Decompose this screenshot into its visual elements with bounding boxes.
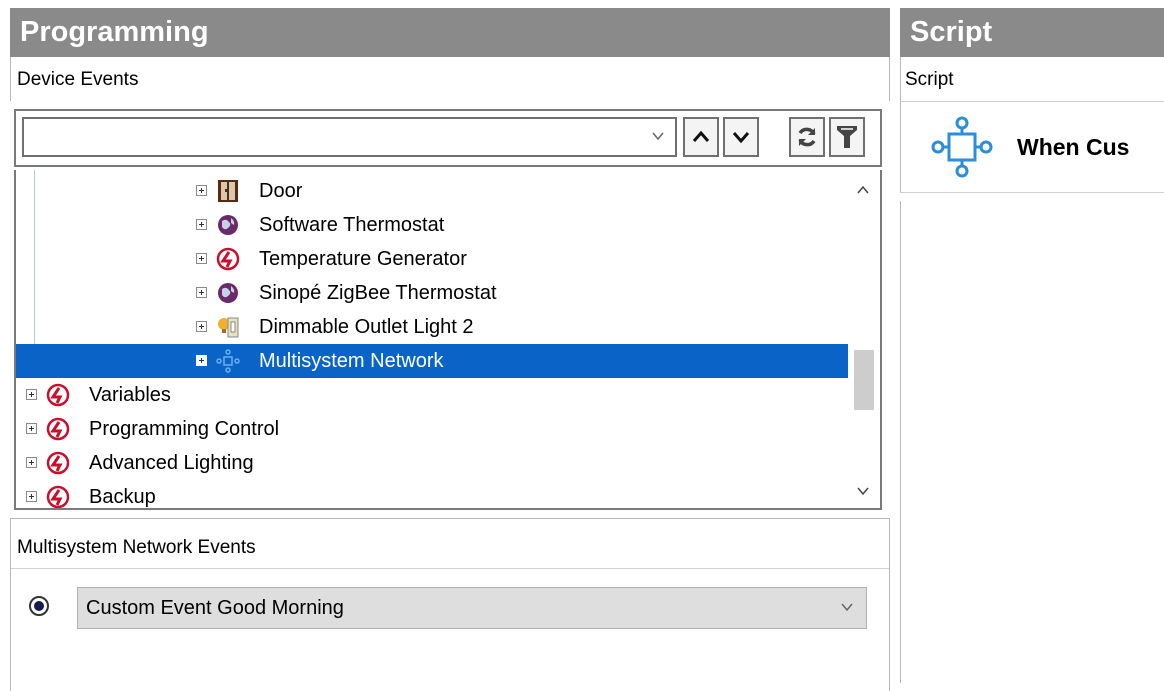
- door-icon: [218, 180, 238, 202]
- event-radio[interactable]: [29, 596, 49, 616]
- arrow-up-icon: [692, 130, 710, 142]
- device-tree: Door Software Thermostat Temperature Gen…: [14, 170, 882, 510]
- expand-icon[interactable]: [26, 389, 37, 400]
- scroll-thumb[interactable]: [854, 350, 874, 410]
- outlet-light-icon: [218, 317, 239, 338]
- chevron-down-icon: [651, 127, 665, 148]
- programming-panel: Programming Device Events Door Software …: [10, 8, 890, 691]
- chevron-down-icon: [840, 588, 854, 628]
- thermostat-globe-icon: [218, 215, 238, 235]
- tree-item-label: Advanced Lighting: [89, 452, 254, 474]
- red-logo-icon: [46, 485, 70, 508]
- red-logo-icon: [216, 247, 240, 271]
- arrow-down-icon: [732, 132, 750, 144]
- red-logo-icon: [46, 383, 70, 407]
- tree-item-door[interactable]: Door: [16, 174, 850, 208]
- tree-item-temperature-generator[interactable]: Temperature Generator: [16, 242, 850, 276]
- tree-item-label: Programming Control: [89, 418, 280, 440]
- script-label: Script: [900, 57, 1164, 101]
- script-panel: Script Script When Cus: [900, 8, 1164, 683]
- tree-item-sinope-thermostat[interactable]: Sinopé ZigBee Thermostat: [16, 276, 850, 310]
- tree-item-dimmable-outlet-light[interactable]: Dimmable Outlet Light 2: [16, 310, 850, 344]
- device-events-toolbar: [14, 109, 882, 167]
- expand-icon[interactable]: [26, 491, 37, 502]
- expand-icon[interactable]: [196, 219, 207, 230]
- script-body: [900, 201, 1164, 683]
- tree-item-label: Backup: [89, 486, 156, 508]
- script-row[interactable]: When Cus: [900, 101, 1164, 193]
- tree-scrollbar[interactable]: [848, 170, 880, 508]
- expand-icon[interactable]: [196, 355, 207, 366]
- event-select-value: Custom Event Good Morning: [86, 597, 344, 619]
- expand-icon[interactable]: [26, 423, 37, 434]
- events-section: Multisystem Network Events Custom Event …: [10, 518, 890, 691]
- filter-icon: [837, 126, 857, 148]
- network-icon: [216, 349, 240, 373]
- tree-item-label: Variables: [89, 384, 171, 406]
- device-search-combo[interactable]: [22, 117, 677, 157]
- expand-icon[interactable]: [26, 457, 37, 468]
- script-statement: When Cus: [1017, 134, 1130, 160]
- scroll-down-icon[interactable]: [856, 483, 870, 500]
- expand-icon[interactable]: [196, 185, 207, 196]
- tree-item-label: Sinopé ZigBee Thermostat: [259, 282, 497, 304]
- tree-item-label: Dimmable Outlet Light 2: [259, 316, 474, 338]
- script-header: Script: [900, 8, 1164, 57]
- tree-item-label: Temperature Generator: [259, 248, 467, 270]
- tree-item-backup[interactable]: Backup: [16, 480, 850, 508]
- move-down-button[interactable]: [723, 117, 759, 157]
- events-label: Multisystem Network Events: [11, 519, 889, 569]
- event-select[interactable]: Custom Event Good Morning: [77, 587, 867, 629]
- tree-item-programming-control[interactable]: Programming Control: [16, 412, 850, 446]
- red-logo-icon: [46, 451, 70, 475]
- tree-item-variables[interactable]: Variables: [16, 378, 850, 412]
- expand-icon[interactable]: [196, 321, 207, 332]
- programming-header: Programming: [10, 8, 890, 57]
- refresh-icon: [798, 127, 816, 147]
- device-events-label: Device Events: [10, 57, 890, 101]
- refresh-button[interactable]: [789, 117, 825, 157]
- filter-button[interactable]: [829, 117, 865, 157]
- expand-icon[interactable]: [196, 253, 207, 264]
- expand-icon[interactable]: [196, 287, 207, 298]
- move-up-button[interactable]: [683, 117, 719, 157]
- tree-item-label: Door: [259, 180, 303, 202]
- tree-item-advanced-lighting[interactable]: Advanced Lighting: [16, 446, 850, 480]
- network-icon: [931, 116, 993, 178]
- tree-item-label: Multisystem Network: [259, 350, 444, 372]
- tree-item-multisystem-network[interactable]: Multisystem Network: [16, 344, 850, 378]
- tree-item-label: Software Thermostat: [259, 214, 445, 236]
- thermostat-globe-icon: [218, 283, 238, 303]
- tree-item-software-thermostat[interactable]: Software Thermostat: [16, 208, 850, 242]
- scroll-up-icon[interactable]: [856, 182, 870, 199]
- red-logo-icon: [46, 417, 70, 441]
